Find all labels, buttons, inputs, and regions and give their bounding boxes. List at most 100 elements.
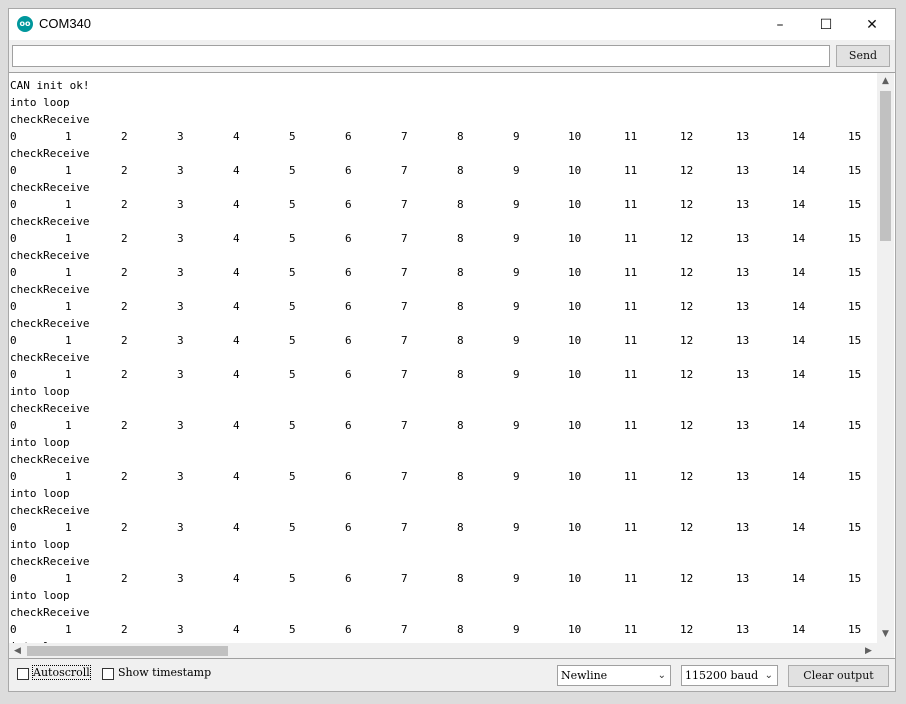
number-cell: 0	[10, 300, 17, 313]
serial-monitor-window: oo COM340 – ☐ ✕ Send CAN init ok! into lo…	[8, 8, 896, 692]
number-cell: 4	[233, 572, 240, 585]
autoscroll-label[interactable]: Autoscroll	[32, 665, 91, 680]
baud-rate-select[interactable]: 115200 baud ⌄	[681, 665, 778, 686]
number-cell: 3	[177, 334, 184, 347]
number-cell: 8	[457, 572, 464, 585]
number-cell: 11	[624, 198, 638, 211]
output-line: checkReceive	[10, 249, 90, 262]
number-cell: 5	[289, 130, 296, 143]
number-cell: 10	[568, 368, 582, 381]
maximize-button[interactable]: ☐	[803, 9, 849, 40]
number-cell: 7	[401, 130, 408, 143]
number-cell: 11	[624, 300, 638, 313]
number-cell: 14	[792, 300, 806, 313]
show-timestamp-checkbox[interactable]	[102, 668, 114, 680]
number-cell: 0	[10, 419, 17, 432]
line-ending-select[interactable]: Newline ⌄	[557, 665, 671, 686]
close-button[interactable]: ✕	[849, 9, 895, 40]
vertical-scrollbar[interactable]: ▲ ▼	[877, 73, 894, 643]
number-cell: 6	[345, 419, 352, 432]
number-cell: 15	[848, 266, 862, 279]
number-cell: 10	[568, 334, 582, 347]
number-row: 0 1 2 3 4 5 6 7 8 9 10 11 12 13 14 15	[10, 519, 875, 536]
number-cell: 2	[121, 419, 128, 432]
number-cell: 11	[624, 334, 638, 347]
show-timestamp-label[interactable]: Show timestamp	[118, 666, 211, 679]
number-cell: 12	[680, 623, 694, 636]
number-cell: 4	[233, 164, 240, 177]
output-line: checkReceive	[10, 402, 90, 415]
number-cell: 2	[121, 266, 128, 279]
number-cell: 7	[401, 334, 408, 347]
scroll-down-icon[interactable]: ▼	[877, 626, 894, 643]
number-cell: 5	[289, 266, 296, 279]
number-row: 0 1 2 3 4 5 6 7 8 9 10 11 12 13 14 15	[10, 621, 875, 638]
number-cell: 10	[568, 266, 582, 279]
number-cell: 9	[513, 266, 520, 279]
number-cell: 6	[345, 334, 352, 347]
horizontal-scroll-thumb[interactable]	[27, 646, 228, 656]
send-button[interactable]: Send	[836, 45, 890, 67]
number-cell: 7	[401, 198, 408, 211]
number-cell: 3	[177, 572, 184, 585]
output-line: checkReceive	[10, 181, 90, 194]
number-cell: 10	[568, 623, 582, 636]
number-cell: 7	[401, 521, 408, 534]
number-cell: 12	[680, 368, 694, 381]
number-cell: 13	[736, 164, 750, 177]
number-cell: 6	[345, 232, 352, 245]
scroll-left-icon[interactable]: ◀	[9, 643, 26, 658]
number-cell: 7	[401, 300, 408, 313]
number-cell: 4	[233, 300, 240, 313]
number-cell: 11	[624, 164, 638, 177]
number-cell: 11	[624, 419, 638, 432]
number-cell: 5	[289, 368, 296, 381]
number-cell: 2	[121, 334, 128, 347]
output-line: CAN init ok!	[10, 79, 90, 92]
number-cell: 5	[289, 521, 296, 534]
number-cell: 6	[345, 572, 352, 585]
number-cell: 2	[121, 521, 128, 534]
number-cell: 14	[792, 334, 806, 347]
number-cell: 0	[10, 266, 17, 279]
number-row: 0 1 2 3 4 5 6 7 8 9 10 11 12 13 14 15	[10, 128, 875, 145]
baud-rate-value: 115200 baud	[685, 669, 759, 682]
send-bar: Send	[9, 40, 895, 72]
vertical-scroll-thumb[interactable]	[880, 91, 891, 241]
number-cell: 0	[10, 164, 17, 177]
number-cell: 1	[65, 368, 72, 381]
number-cell: 13	[736, 521, 750, 534]
number-cell: 15	[848, 334, 862, 347]
send-input[interactable]	[12, 45, 830, 67]
number-cell: 15	[848, 368, 862, 381]
scroll-right-icon[interactable]: ▶	[860, 643, 877, 658]
autoscroll-checkbox[interactable]	[17, 668, 29, 680]
number-cell: 5	[289, 623, 296, 636]
number-cell: 5	[289, 572, 296, 585]
clear-output-button[interactable]: Clear output	[788, 665, 889, 687]
line-ending-value: Newline	[561, 669, 608, 682]
number-cell: 3	[177, 164, 184, 177]
output-lines[interactable]: CAN init ok! into loop checkReceive 0 1 2 3 4 5 6…	[10, 77, 875, 643]
minimize-button[interactable]: –	[757, 9, 803, 40]
number-cell: 7	[401, 266, 408, 279]
number-cell: 8	[457, 470, 464, 483]
number-cell: 10	[568, 300, 582, 313]
number-row: 0 1 2 3 4 5 6 7 8 9 10 11 12 13 14 15	[10, 264, 875, 281]
horizontal-scrollbar[interactable]: ◀ ▶	[9, 643, 877, 658]
title-bar[interactable]: oo COM340 – ☐ ✕	[9, 9, 895, 40]
output-line: checkReceive	[10, 317, 90, 330]
number-cell: 13	[736, 300, 750, 313]
number-cell: 9	[513, 572, 520, 585]
number-cell: 5	[289, 334, 296, 347]
number-cell: 7	[401, 232, 408, 245]
number-cell: 14	[792, 521, 806, 534]
number-cell: 5	[289, 419, 296, 432]
number-row: 0 1 2 3 4 5 6 7 8 9 10 11 12 13 14 15	[10, 366, 875, 383]
output-line: into loop	[10, 487, 70, 500]
scroll-up-icon[interactable]: ▲	[877, 73, 894, 90]
number-cell: 12	[680, 232, 694, 245]
number-cell: 5	[289, 300, 296, 313]
number-cell: 5	[289, 198, 296, 211]
output-line: into loop	[10, 96, 70, 109]
